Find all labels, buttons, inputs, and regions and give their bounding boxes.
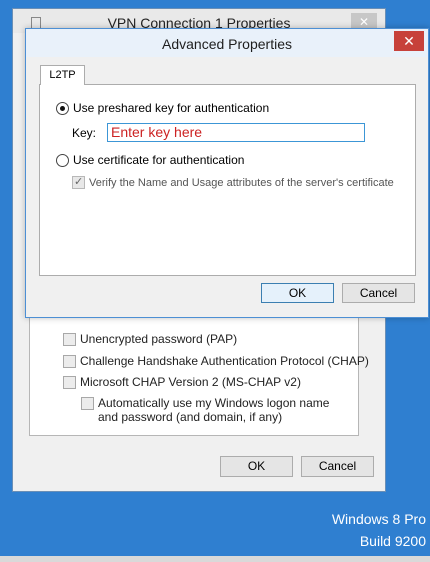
watermark-edition: Windows 8 Pro xyxy=(331,511,426,527)
ok-button[interactable]: OK xyxy=(261,283,334,303)
auto-logon-option[interactable]: Automatically use my Windows logon name … xyxy=(81,396,331,424)
preshared-key-option[interactable]: Use preshared key for authentication xyxy=(56,101,269,115)
close-icon[interactable]: ✕ xyxy=(394,31,424,51)
advanced-properties-dialog: Advanced Properties ✕ L2TP Use preshared… xyxy=(25,28,429,318)
verify-checkbox[interactable] xyxy=(72,175,85,189)
vpn-cancel-button[interactable]: Cancel xyxy=(301,456,374,477)
verify-label: Verify the Name and Usage attributes of … xyxy=(89,176,394,189)
pap-option[interactable]: Unencrypted password (PAP) xyxy=(63,332,237,346)
vpn-ok-button[interactable]: OK xyxy=(220,456,293,477)
chap-label: Challenge Handshake Authentication Proto… xyxy=(80,354,369,368)
preshared-key-radio[interactable] xyxy=(56,101,69,115)
mschapv2-checkbox[interactable] xyxy=(63,376,76,389)
auto-logon-label: Automatically use my Windows logon name … xyxy=(98,396,330,424)
pap-label: Unencrypted password (PAP) xyxy=(80,332,238,346)
chap-checkbox[interactable] xyxy=(63,355,76,368)
verify-option[interactable]: Verify the Name and Usage attributes of … xyxy=(72,175,394,189)
chap-option[interactable]: Challenge Handshake Authentication Proto… xyxy=(63,354,369,368)
mschapv2-label: Microsoft CHAP Version 2 (MS-CHAP v2) xyxy=(80,375,301,389)
key-label: Key: xyxy=(72,126,97,140)
preshared-key-label: Use preshared key for authentication xyxy=(73,101,270,115)
certificate-label: Use certificate for authentication xyxy=(73,153,245,167)
pap-checkbox[interactable] xyxy=(63,333,76,346)
taskbar-edge xyxy=(0,556,430,562)
tab-l2tp[interactable]: L2TP xyxy=(40,65,85,85)
certificate-radio[interactable] xyxy=(56,153,69,167)
certificate-option[interactable]: Use certificate for authentication xyxy=(56,153,244,167)
l2tp-tab-panel: Use preshared key for authentication Key… xyxy=(39,84,416,276)
auto-logon-checkbox[interactable] xyxy=(81,397,94,410)
dialog-titlebar: Advanced Properties ✕ xyxy=(26,29,428,57)
key-input[interactable]: Enter key here xyxy=(107,123,365,142)
watermark-build: Build 9200 xyxy=(359,533,426,549)
cancel-button[interactable]: Cancel xyxy=(342,283,415,303)
dialog-title: Advanced Properties xyxy=(162,36,292,52)
mschapv2-option[interactable]: Microsoft CHAP Version 2 (MS-CHAP v2) xyxy=(63,375,301,389)
